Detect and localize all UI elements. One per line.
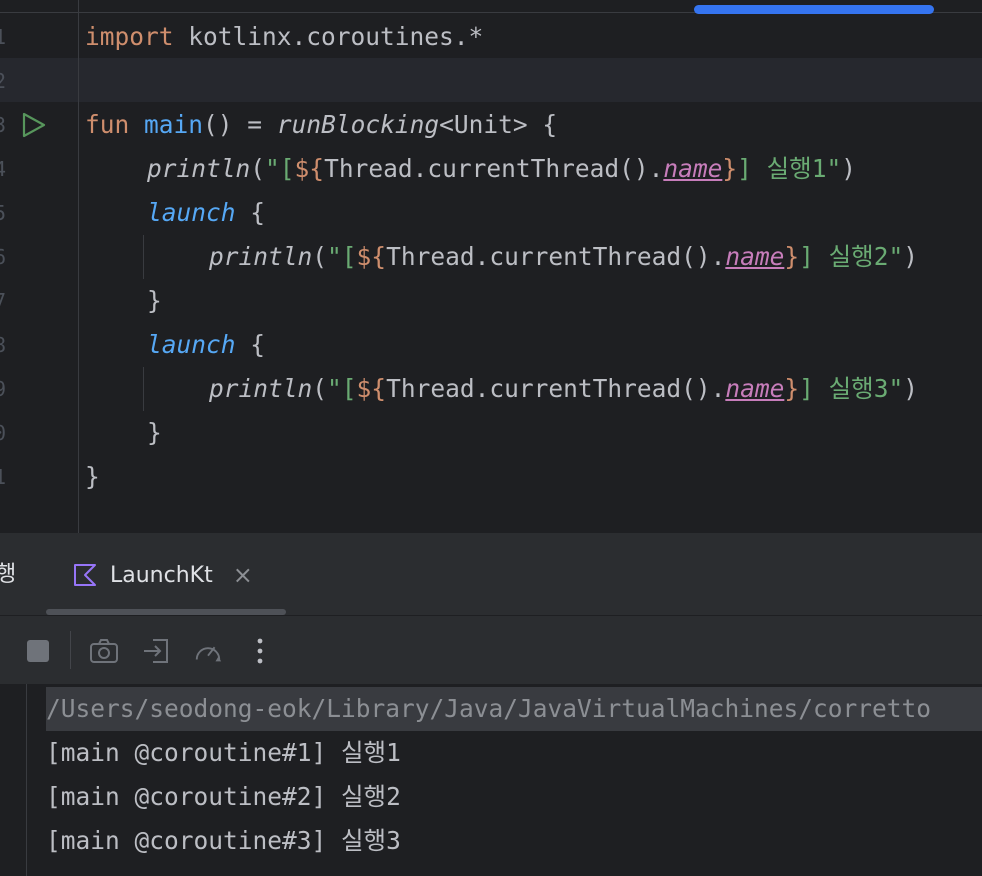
paren: )	[903, 242, 918, 271]
call-runblocking: runBlocking	[276, 110, 440, 139]
line-number: 4	[0, 157, 7, 181]
string-literal: "[	[265, 154, 295, 183]
paren: )	[903, 374, 918, 403]
stop-button[interactable]	[23, 636, 53, 666]
brace: {	[235, 198, 266, 227]
template-open: ${	[356, 374, 387, 403]
keyword-import: import	[85, 22, 174, 51]
generic-type: <Unit> {	[439, 110, 558, 139]
gutter-separator	[78, 0, 79, 533]
run-icon[interactable]	[20, 112, 46, 138]
console-line: [main @coroutine#1] 실행1	[46, 738, 401, 767]
thread-call: Thread.currentThread().	[386, 242, 726, 271]
string-literal: ] 실행1"	[737, 154, 842, 183]
paren: )	[841, 154, 856, 183]
string-literal: "[	[327, 242, 357, 271]
close-icon[interactable]: ×	[233, 561, 253, 589]
code-line-6[interactable]: println("[${Thread.currentThread().name}…	[209, 235, 918, 279]
console-line: [main @coroutine#3] 실행3	[46, 826, 401, 855]
indent-guide	[143, 367, 144, 411]
string-literal: ] 실행2"	[799, 242, 904, 271]
template-open: ${	[294, 154, 325, 183]
property-name: name	[725, 374, 785, 403]
gauge-icon	[195, 646, 222, 662]
line-number: 6	[0, 245, 7, 269]
template-open: ${	[356, 242, 387, 271]
line-number: 3	[0, 113, 7, 137]
property-name: name	[663, 154, 723, 183]
screenshot-button[interactable]	[89, 636, 119, 666]
template-close: }	[722, 154, 738, 183]
line-number: 9	[0, 377, 7, 401]
brace: {	[235, 330, 266, 359]
stop-icon	[27, 640, 49, 662]
import-icon	[144, 639, 168, 663]
tab-launchkt[interactable]: LaunchKt ×	[72, 553, 253, 597]
paren: (	[312, 374, 328, 403]
import-path: kotlinx.coroutines.*	[173, 22, 484, 51]
brace: }	[85, 462, 100, 491]
panel-title: 행	[0, 562, 17, 587]
paren: (	[312, 242, 328, 271]
indent-guide	[143, 235, 144, 279]
console-line: [main @coroutine#2] 실행2	[46, 782, 401, 811]
current-line-highlight	[0, 58, 982, 102]
run-tool-window: 행 LaunchKt × /Users/seodong-eok/Library/…	[0, 533, 982, 876]
code-line-8[interactable]: launch {	[147, 323, 265, 367]
console-gutter	[26, 684, 27, 876]
brace: }	[147, 286, 162, 315]
call-println: println	[209, 242, 313, 271]
line-number: 2	[0, 69, 7, 93]
code-line-7[interactable]: }	[147, 279, 162, 323]
code-line-11[interactable]: }	[85, 455, 100, 499]
string-literal: ] 실행3"	[799, 374, 904, 403]
keyword-fun: fun	[85, 110, 130, 139]
brace: }	[147, 418, 162, 447]
call-launch: launch	[147, 330, 236, 359]
kotlin-file-icon	[74, 564, 96, 586]
call-println: println	[147, 154, 251, 183]
string-literal: "[	[327, 374, 357, 403]
toolbar-divider	[70, 631, 71, 669]
profile-button[interactable]	[193, 636, 223, 666]
code-line-4[interactable]: println("[${Thread.currentThread().name}…	[147, 147, 856, 191]
signature-text: () =	[203, 110, 277, 139]
thread-call: Thread.currentThread().	[324, 154, 664, 183]
camera-icon	[90, 639, 118, 663]
template-close: }	[784, 374, 800, 403]
tab-label: LaunchKt	[110, 562, 213, 588]
call-launch: launch	[147, 198, 236, 227]
import-button[interactable]	[141, 636, 171, 666]
horizontal-scroll-thumb[interactable]	[694, 5, 934, 14]
template-close: }	[784, 242, 800, 271]
more-icon	[257, 638, 263, 664]
code-line-1[interactable]: import kotlinx.coroutines.*	[85, 15, 483, 59]
line-number: 1	[0, 25, 7, 49]
line-number: 7	[0, 289, 7, 313]
call-println: println	[209, 374, 313, 403]
code-line-5[interactable]: launch {	[147, 191, 265, 235]
line-number: 0	[0, 421, 7, 445]
console-command-line: /Users/seodong-eok/Library/Java/JavaVirt…	[46, 687, 982, 731]
code-line-3[interactable]: fun main() = runBlocking<Unit> {	[85, 103, 557, 147]
property-name: name	[725, 242, 785, 271]
more-button[interactable]	[245, 636, 275, 666]
line-number: 5	[0, 201, 7, 225]
line-number: 8	[0, 333, 7, 357]
run-toolbar	[0, 616, 982, 684]
code-line-10[interactable]: }	[147, 411, 162, 455]
paren: (	[250, 154, 266, 183]
thread-call: Thread.currentThread().	[386, 374, 726, 403]
code-line-9[interactable]: println("[${Thread.currentThread().name}…	[209, 367, 918, 411]
console-output[interactable]: /Users/seodong-eok/Library/Java/JavaVirt…	[0, 684, 982, 876]
code-editor[interactable]: 1 2 3 4 5 6 7 8 9 0 1 import kotlinx.cor…	[0, 0, 982, 533]
line-number: 1	[0, 465, 7, 489]
function-name-main: main	[144, 110, 204, 139]
